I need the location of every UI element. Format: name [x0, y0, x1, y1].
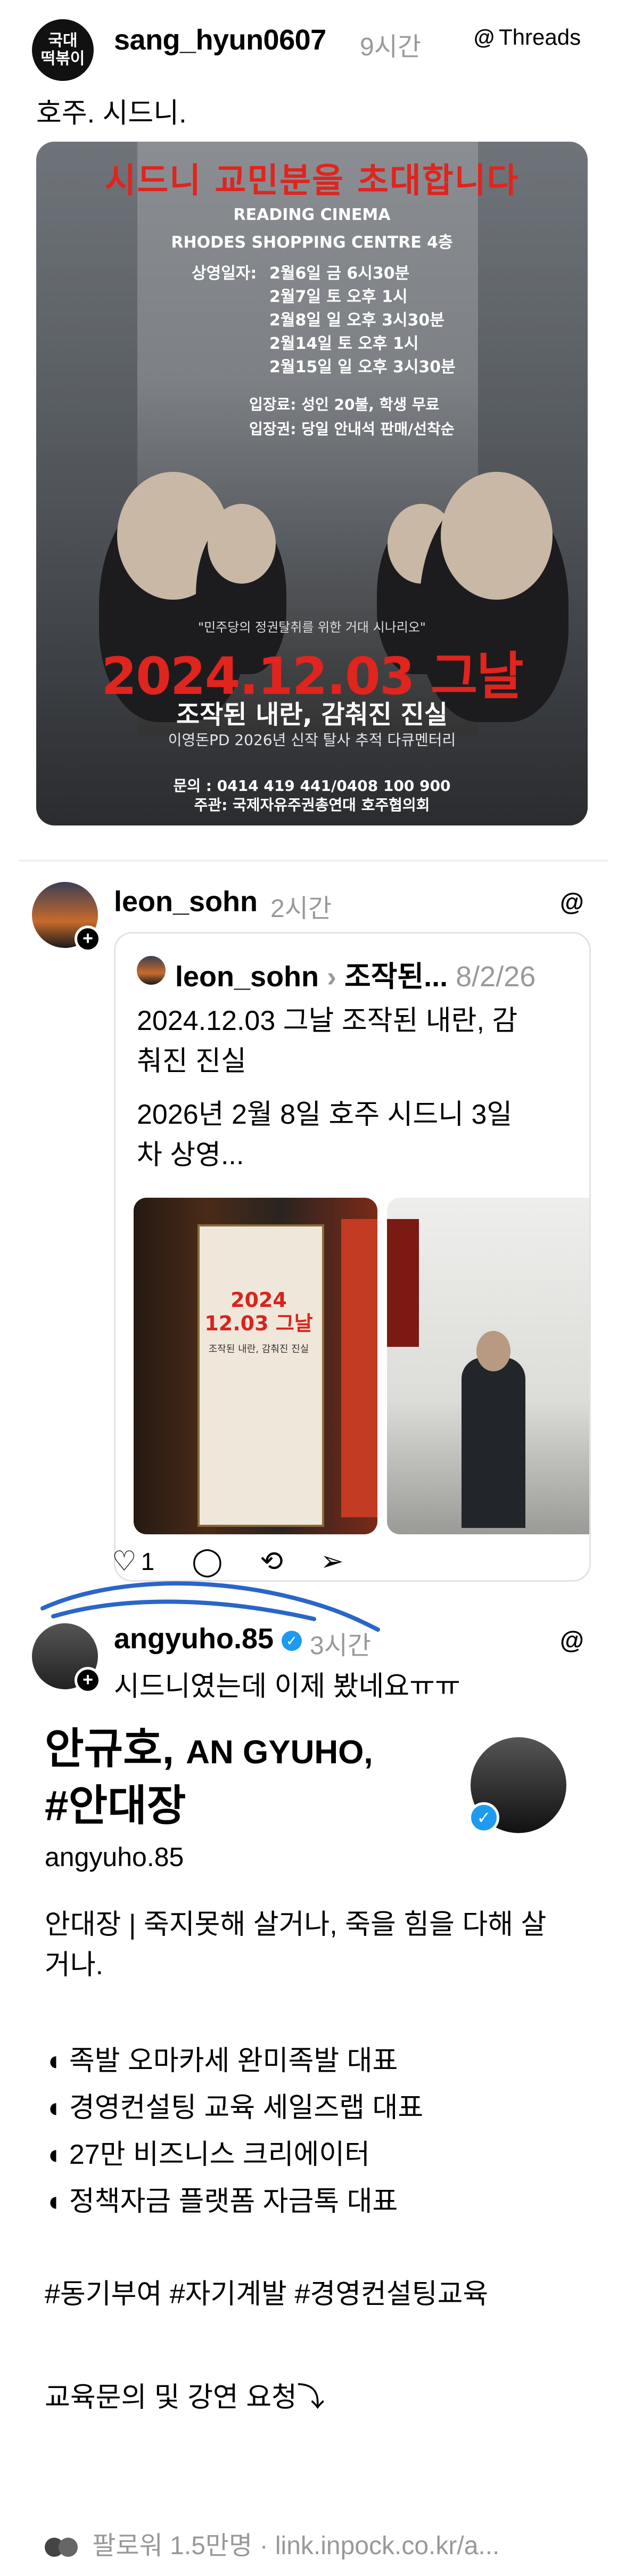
screen-edge	[387, 1219, 419, 1347]
threads-logo-icon[interactable]: @	[560, 887, 584, 916]
timestamp: 9시간	[360, 33, 422, 61]
separator: ›	[327, 961, 337, 993]
poster-schedule-item: 2월14일 토 오후 1시	[269, 334, 419, 353]
poster-edge	[341, 1219, 377, 1517]
bio-item-text: 경영컨설팅 교육 세일즈랩 대표	[69, 2092, 424, 2123]
divider	[18, 860, 608, 862]
poster-venue: READING CINEMA	[233, 206, 391, 224]
quoted-line: 2026년 2월 8일 호주 시드니 3일	[137, 1099, 513, 1130]
threads-logo-icon: @	[474, 25, 495, 49]
like-button[interactable]: ♡ 1	[112, 1545, 154, 1577]
bio-list-item: ◖ 경영컨설팅 교육 세일즈랩 대표	[45, 2092, 424, 2123]
plus-icon[interactable]: +	[75, 926, 101, 952]
poster-ticket: 입장권: 당일 안내석 판매/선착순	[249, 420, 455, 438]
profile-footer[interactable]: 팔로워 1.5만명 · link.inpock.co.kr/a...	[45, 2524, 499, 2562]
post-actions: ♡ 1 ◯ ⟲ ➢	[112, 1545, 344, 1577]
poster-contact: 문의 : 0414 419 441/0408 100 900	[173, 777, 451, 795]
speaker-face	[476, 1331, 510, 1371]
comment-icon[interactable]: ◯	[192, 1545, 223, 1577]
poster-schedule-label: 상영일자:	[192, 264, 257, 283]
poster-subtitle: 조작된 내란, 감춰진 진실	[176, 700, 448, 730]
threads-badge[interactable]: @ Threads	[474, 24, 581, 50]
bio-list-item: ◖ 27만 비즈니스 크리에이터	[45, 2139, 370, 2170]
post-image[interactable]: 시드니 교민분을 초대합니다 READING CINEMA RHODES SHO…	[36, 142, 588, 825]
avatar[interactable]: 국대 떡볶이	[32, 19, 94, 81]
profile-name-en: AN GYUHO,	[186, 1734, 373, 1771]
profile-handle: angyuho.85	[45, 1842, 184, 1872]
profile-bio: 안대장 | 죽지못해 살거나, 죽을 힘을 다해 살 거나.	[45, 1904, 582, 1985]
person-face	[441, 472, 553, 600]
follower-count: 팔로워 1.5만명	[92, 2532, 253, 2560]
poster-fee: 입장료: 성인 20불, 학생 무료	[249, 396, 440, 413]
profile-name-tag: #안대장	[45, 1782, 186, 1829]
post-text: 시드니였는데 이제 봤네요ㅠㅠ	[114, 1671, 460, 1702]
bio-item-text: 정책자금 플랫폼 자금톡 대표	[69, 2186, 398, 2217]
quoted-line: 차 상영...	[137, 1140, 244, 1171]
verified-icon: ✓	[282, 1630, 302, 1651]
profile-link[interactable]: link.inpock.co.kr/a...	[275, 2532, 500, 2560]
standee-subtitle: 조작된 내란, 감춰진 진실	[208, 1344, 309, 1355]
like-count: 1	[141, 1548, 155, 1575]
avatar	[137, 956, 166, 985]
quoted-username: leon_sohn	[175, 961, 319, 993]
username[interactable]: angyuho.85 ✓	[114, 1622, 302, 1655]
poster-schedule-item: 2월8일 일 오후 3시30분	[269, 311, 444, 330]
speaker-figure	[462, 1357, 525, 1528]
post-text: 호주. 시드니.	[36, 98, 187, 129]
separator: ·	[259, 2532, 275, 2560]
bio-line: 거나.	[45, 1950, 104, 1981]
quoted-line: 춰진 진실	[137, 1046, 246, 1077]
poster-small-text: 이영돈PD 2026년 신작 탈사 추적 다큐멘터리	[168, 731, 456, 749]
quoted-text: 2024.12.03 그날 조작된 내란, 감 춰진 진실 2026년 2월 8…	[137, 1001, 573, 1175]
threads-logo-icon[interactable]: @	[560, 1625, 584, 1654]
bio-line: 안대장 | 죽지못해 살거나, 죽을 힘을 다해 살	[45, 1909, 547, 1940]
quoted-partial-text: 조작된...	[344, 961, 448, 993]
poster-tagline: "민주당의 정권탈취를 위한 거대 시나리오"	[198, 620, 426, 635]
poster-schedule-item: 2월7일 토 오후 1시	[269, 288, 408, 306]
profile-cta: 교육문의 및 강연 요청⤵	[45, 2382, 325, 2413]
bio-list-item: ◖ 족발 오마카세 완미족발 대표	[45, 2046, 398, 2076]
avatar-text: 떡볶이	[40, 50, 85, 68]
standee-banner	[197, 1224, 324, 1527]
quoted-image[interactable]	[387, 1198, 589, 1534]
quoted-header: leon_sohn › 조작된... 8/2/26	[175, 953, 536, 995]
repost-icon[interactable]: ⟲	[260, 1545, 283, 1577]
poster-organizer: 주관: 국제자유주권총연대 호주협의회	[194, 796, 430, 814]
profile-hashtags[interactable]: #동기부여 #자기계발 #경영컨설팅교육	[45, 2274, 582, 2315]
username-text: angyuho.85	[114, 1623, 274, 1655]
quoted-post[interactable]: leon_sohn › 조작된... 8/2/26 2024.12.03 그날 …	[114, 932, 591, 1582]
timestamp: 3시간	[310, 1632, 372, 1660]
username[interactable]: sang_hyun0607	[114, 23, 326, 56]
quoted-date: 8/2/26	[456, 961, 536, 993]
heart-icon: ♡	[112, 1546, 137, 1577]
poster-schedule-item: 2월6일 금 6시30분	[269, 264, 410, 283]
send-icon[interactable]: ➢	[320, 1545, 344, 1577]
threads-label: Threads	[499, 24, 581, 50]
verified-icon: ✓	[468, 1802, 499, 1833]
quoted-image[interactable]: 2024 12.03 그날 조작된 내란, 감춰진 진실	[134, 1198, 377, 1534]
poster-venue: RHODES SHOPPING CENTRE 4층	[171, 233, 453, 252]
bio-item-text: 27만 비즈니스 크리에이터	[69, 2139, 370, 2170]
person-face	[208, 504, 276, 584]
bio-list-item: ◖ 정책자금 플랫폼 자금톡 대표	[45, 2186, 398, 2217]
quoted-line: 2024.12.03 그날 조작된 내란, 감	[137, 1005, 518, 1036]
poster-schedule-item: 2월15일 일 오후 3시30분	[269, 358, 456, 377]
plus-icon[interactable]: +	[75, 1667, 101, 1694]
poster-title: 시드니 교민분을 초대합니다	[104, 161, 520, 201]
profile-bio-list: ◖ 족발 오마카세 완미족발 대표 ◖ 경영컨설팅 교육 세일즈랩 대표 ◖ 2…	[45, 2041, 582, 2222]
bio-item-text: 족발 오마카세 완미족발 대표	[69, 2046, 398, 2076]
profile-name: 안규호, AN GYUHO, #안대장	[45, 1722, 373, 1833]
timestamp: 2시간	[270, 895, 332, 923]
standee-date: 2024 12.03 그날	[204, 1288, 313, 1335]
username[interactable]: leon_sohn	[114, 885, 258, 918]
follower-avatar	[59, 2538, 78, 2557]
avatar-text: 국대	[48, 31, 78, 50]
profile-name-ko: 안규호,	[45, 1725, 175, 1772]
